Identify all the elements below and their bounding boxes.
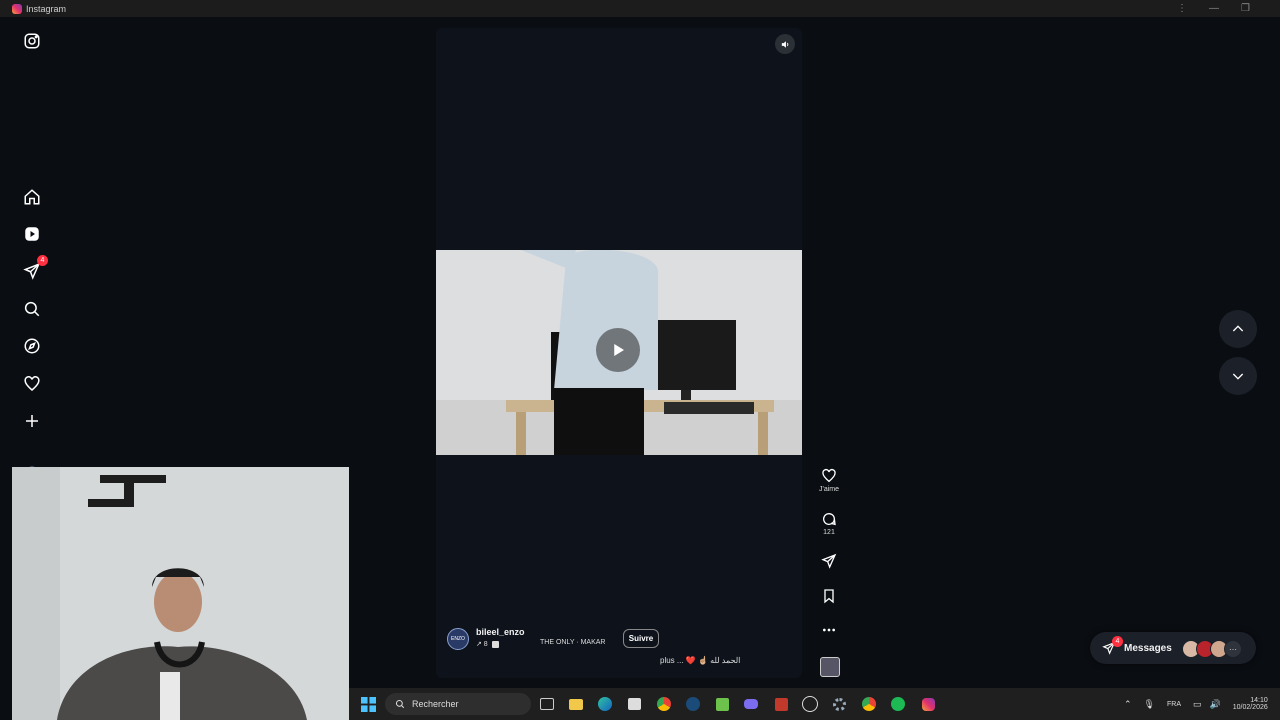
store-icon[interactable] — [626, 696, 642, 712]
chevron-down-icon — [1232, 373, 1244, 380]
task-view-icon[interactable] — [539, 696, 555, 712]
author-subline: ↗ 8 — [476, 640, 499, 648]
webcam-overlay — [12, 467, 349, 720]
chevron-up-icon — [1232, 325, 1244, 332]
audio-track[interactable]: THE ONLY · MAKAR — [540, 639, 605, 646]
like-label: J'aime — [818, 486, 839, 493]
instagram-taskbar-icon[interactable] — [920, 696, 936, 712]
reel-author[interactable]: ENZO — [447, 628, 469, 650]
more-horizontal-icon — [823, 628, 835, 632]
messages-pill-badge: 4 — [1112, 636, 1123, 647]
instagram-app-icon — [12, 3, 22, 14]
webcam-image — [12, 467, 349, 720]
keyboard-language[interactable]: FRA — [1167, 701, 1181, 708]
search-icon — [395, 699, 405, 709]
window-title: Instagram — [26, 3, 67, 14]
messages-badge: 4 — [37, 255, 48, 266]
system-tray: ⌃ 🎙 FRA ▭ 🔊 14:10 10/02/2026 — [1124, 688, 1268, 720]
explore-icon[interactable] — [22, 336, 42, 356]
save-action[interactable] — [818, 588, 840, 604]
discord-icon[interactable] — [802, 696, 818, 712]
messages-pill[interactable]: 4 Messages ⋯ — [1090, 632, 1256, 664]
chrome-icon[interactable] — [656, 696, 672, 712]
notifications-icon[interactable] — [22, 374, 42, 394]
file-explorer-icon[interactable] — [568, 696, 584, 712]
messages-send-icon: 4 — [1102, 636, 1123, 655]
follow-button[interactable]: Suivre — [623, 629, 659, 648]
minimize-button[interactable]: — — [1209, 3, 1219, 14]
like-action[interactable]: J'aime — [818, 468, 840, 493]
display-icon[interactable]: ▭ — [1193, 699, 1202, 710]
taskbar: Rechercher ⌃ 🎙 FRA ▭ 🔊 14:10 10/02/2026 — [349, 688, 1280, 720]
volume-icon[interactable]: 🔊 — [1210, 699, 1221, 710]
taskbar-search-placeholder: Rechercher — [412, 699, 459, 709]
author-avatar[interactable]: ENZO — [447, 628, 469, 650]
heart-icon — [822, 468, 836, 483]
spotify-icon[interactable] — [890, 696, 906, 712]
edge-icon[interactable] — [597, 696, 613, 712]
gaming-app-icon[interactable] — [714, 696, 730, 712]
window-titlebar: Instagram ⋮ — ❐ — [0, 0, 1280, 17]
steam-icon[interactable] — [685, 696, 701, 712]
clock-time: 14:10 — [1250, 697, 1268, 704]
comment-action[interactable]: 121 — [818, 511, 840, 536]
clock-date: 10/02/2026 — [1232, 704, 1268, 711]
bookmark-icon — [824, 589, 834, 604]
sound-button[interactable] — [775, 34, 795, 54]
speaker-icon — [781, 40, 788, 48]
messages-icon[interactable]: 4 — [22, 255, 48, 281]
calendar-app-icon[interactable] — [773, 696, 789, 712]
microphone-icon[interactable]: 🎙 — [1144, 699, 1155, 710]
more-action[interactable] — [818, 622, 840, 638]
chrome-profile-icon[interactable] — [861, 696, 877, 712]
more-avatars-icon: ⋯ — [1224, 640, 1242, 658]
comment-icon — [823, 513, 836, 526]
home-icon[interactable] — [22, 187, 42, 207]
settings-icon[interactable] — [831, 696, 847, 712]
audio-thumbnail[interactable] — [820, 657, 840, 677]
repost-count: ↗ 8 — [476, 641, 488, 648]
tray-chevron-up-icon[interactable]: ⌃ — [1124, 699, 1132, 710]
messages-label: Messages — [1124, 642, 1172, 654]
author-username[interactable]: bileel_enzo — [476, 627, 525, 637]
window-controls: ⋮ — ❐ — [1177, 0, 1280, 17]
verified-tag-icon — [491, 640, 499, 648]
share-action[interactable] — [818, 553, 840, 569]
play-button[interactable] — [596, 328, 640, 372]
comments-count: 121 — [823, 529, 835, 536]
search-icon[interactable] — [22, 299, 42, 319]
message-avatars: ⋯ — [1182, 640, 1242, 658]
send-icon — [821, 553, 837, 569]
clock[interactable]: 14:10 10/02/2026 — [1233, 697, 1268, 711]
reel-caption[interactable]: plus ... ❤️ ☝🏼 الحمد لله — [660, 656, 740, 665]
reels-icon[interactable] — [22, 224, 42, 244]
windows-start-icon[interactable] — [360, 696, 376, 712]
game-controller-icon[interactable] — [743, 696, 759, 712]
play-icon — [614, 344, 624, 356]
previous-reel-button[interactable] — [1219, 310, 1257, 348]
instagram-logo-icon[interactable] — [22, 31, 42, 51]
create-icon[interactable] — [22, 411, 42, 431]
taskbar-search[interactable]: Rechercher — [385, 693, 531, 715]
more-options-icon[interactable]: ⋮ — [1177, 3, 1187, 14]
restore-button[interactable]: ❐ — [1241, 3, 1250, 14]
next-reel-button[interactable] — [1219, 357, 1257, 395]
